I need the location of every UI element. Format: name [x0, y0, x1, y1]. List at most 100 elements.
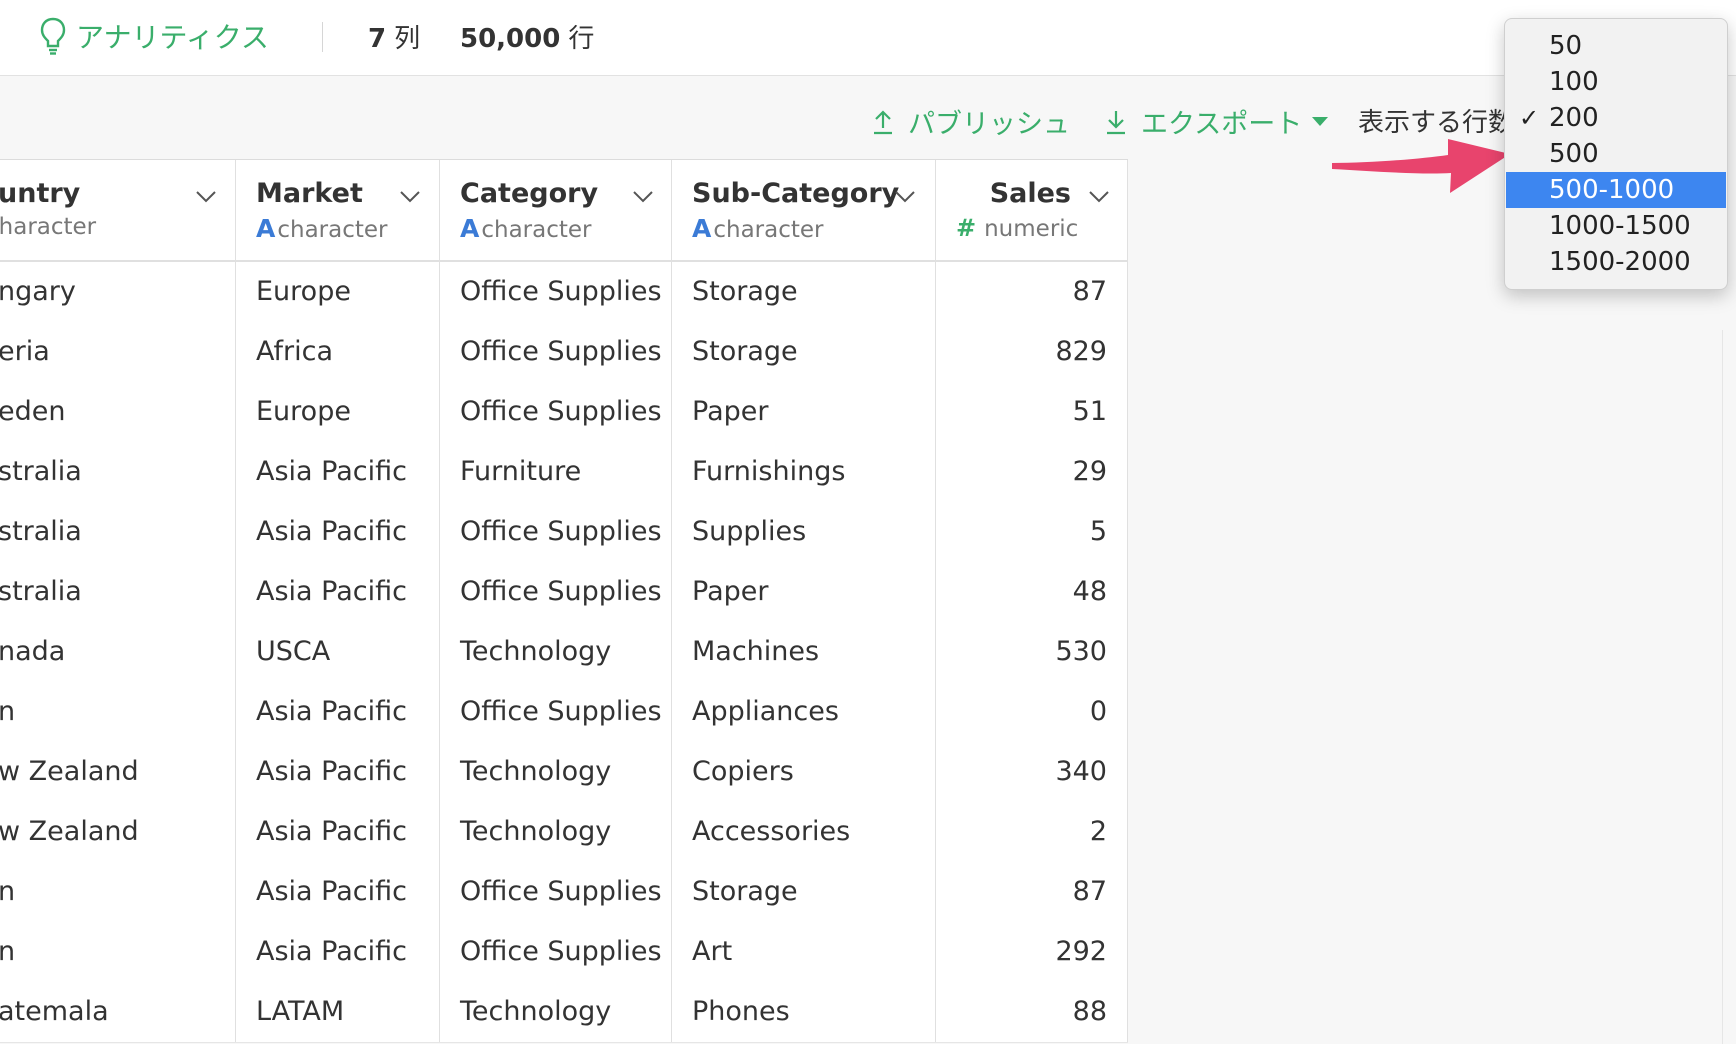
table-cell: Asia Pacific — [236, 802, 440, 862]
rows-option-100[interactable]: 100 — [1506, 64, 1726, 100]
table-cell: 829 — [936, 322, 1128, 382]
table-cell: Asia Pacific — [236, 442, 440, 502]
table-cell: Office Supplies — [440, 502, 672, 562]
table-cell: Asia Pacific — [236, 502, 440, 562]
chevron-down-icon[interactable] — [1088, 190, 1110, 204]
table-cell: Machines — [672, 622, 936, 682]
rows-option-1500-2000[interactable]: 1500-2000 — [1506, 244, 1726, 280]
column-header-1[interactable]: Market Acharacter — [236, 160, 440, 260]
column-name: Category — [460, 178, 599, 209]
table-row[interactable]: stralia Asia Pacific Office Supplies Paper 4… — [0, 562, 1128, 623]
table-cell: Appliances — [672, 682, 936, 742]
table-cell: Copiers — [672, 742, 936, 802]
numeric-type-icon: # — [956, 214, 977, 242]
analytics-link[interactable]: アナリティクス — [40, 14, 269, 58]
column-header-2[interactable]: Category Acharacter — [440, 160, 672, 260]
rows-option-500[interactable]: 500 — [1506, 136, 1726, 172]
table-cell: atemala — [0, 982, 236, 1042]
table-cell: 87 — [936, 862, 1128, 922]
chevron-down-icon[interactable] — [894, 190, 916, 204]
column-name: untry — [0, 178, 81, 209]
table-cell: w Zealand — [0, 802, 236, 862]
table-cell: stralia — [0, 442, 236, 502]
table-row[interactable]: w Zealand Asia Pacific Technology Copiers 34… — [0, 742, 1128, 803]
rows-count-dropdown: 50 100 ✓ 200 500 500-1000 1000-1500 1500-2000 — [1504, 18, 1728, 290]
column-header-4[interactable]: Sales # numeric — [936, 160, 1128, 260]
table-cell: Technology — [440, 982, 672, 1042]
table-row[interactable]: eria Africa Office Supplies Storage 829 — [0, 322, 1128, 383]
table-cell: Office Supplies — [440, 382, 672, 442]
table-row[interactable]: eden Europe Office Supplies Paper 51 — [0, 382, 1128, 443]
check-icon: ✓ — [1519, 104, 1540, 132]
analytics-label: アナリティクス — [76, 21, 269, 54]
table-cell: Technology — [440, 802, 672, 862]
table-cell: Asia Pacific — [236, 862, 440, 922]
table-cell: 292 — [936, 922, 1128, 982]
column-header-3[interactable]: Sub-Category Acharacter — [672, 160, 936, 260]
rows-option-label: 100 — [1549, 67, 1599, 97]
table-cell: 2 — [936, 802, 1128, 862]
rows-count: 50,000 行 — [460, 24, 595, 54]
table-row[interactable]: nAsia PacificOffice SuppliesStorage87 — [0, 862, 1128, 923]
table-row[interactable]: nada USCA Technology Machines 530 — [0, 622, 1128, 683]
table-cell: Africa — [236, 322, 440, 382]
column-name: Market — [256, 178, 363, 209]
rows-option-200[interactable]: ✓ 200 — [1506, 100, 1726, 136]
column-type-label: numeric — [984, 216, 1079, 242]
table-cell: n — [0, 862, 236, 922]
table-cell: 5 — [936, 502, 1128, 562]
table-cell: Office Supplies — [440, 262, 672, 322]
table-row[interactable]: atemala LATAM Technology Phones 88 — [0, 982, 1128, 1043]
upload-icon — [874, 109, 892, 134]
table-row[interactable]: nAsia PacificOffice SuppliesArt292 — [0, 922, 1128, 983]
column-type: Acharacter — [256, 214, 388, 243]
table-cell: 48 — [936, 562, 1128, 622]
table-cell: eria — [0, 322, 236, 382]
table-cell: Storage — [672, 862, 936, 922]
table-row[interactable]: stralia Asia Pacific Furniture Furnishings 2… — [0, 442, 1128, 503]
table-cell: Asia Pacific — [236, 922, 440, 982]
character-type-icon: A — [692, 214, 712, 243]
publish-button[interactable]: パブリッシュ — [872, 102, 1070, 141]
table-cell: Europe — [236, 382, 440, 442]
table-cell: Asia Pacific — [236, 562, 440, 622]
caret-down-icon — [1312, 116, 1329, 126]
rows-option-label: 500-1000 — [1549, 175, 1675, 205]
table-cell: Phones — [672, 982, 936, 1042]
rows-option-500-1000[interactable]: 500-1000 — [1506, 172, 1726, 208]
chevron-down-icon[interactable] — [399, 190, 421, 204]
chevron-down-icon[interactable] — [632, 190, 654, 204]
top-header: アナリティクス 7 列 50,000 行 — [0, 0, 1736, 76]
table-cell: stralia — [0, 562, 236, 622]
column-type: # numeric — [956, 214, 1078, 242]
table-cell: nada — [0, 622, 236, 682]
table-cell: Supplies — [672, 502, 936, 562]
table-cell: 87 — [936, 262, 1128, 322]
column-name: Sales — [989, 178, 1071, 209]
table-cell: Art — [672, 922, 936, 982]
table-row[interactable]: ngary Europe Office Supplies Storage 87 — [0, 262, 1128, 323]
rows-option-50[interactable]: 50 — [1506, 28, 1726, 64]
column-name: Sub-Category — [692, 178, 900, 209]
chevron-down-icon[interactable] — [195, 190, 217, 204]
table-row[interactable]: w Zealand Asia Pacific Technology Accessori… — [0, 802, 1128, 863]
table-row[interactable]: stralia Asia Pacific Office Supplies Suppli… — [0, 502, 1128, 563]
panel-edge — [1722, 330, 1723, 1044]
rows-option-label: 1500-2000 — [1549, 247, 1691, 277]
table-cell: eden — [0, 382, 236, 442]
table-cell: USCA — [236, 622, 440, 682]
export-button[interactable]: エクスポート — [1105, 102, 1342, 141]
table-cell: Technology — [440, 742, 672, 802]
rows-option-1000-1500[interactable]: 1000-1500 — [1506, 208, 1726, 244]
table-row[interactable]: nAsia PacificOffice SuppliesAppliances0 — [0, 682, 1128, 743]
columns-count: 7 列 — [368, 24, 421, 54]
table-cell: 340 — [936, 742, 1128, 802]
character-type-icon: A — [460, 214, 480, 243]
column-type-label: character — [0, 214, 97, 240]
table-cell: Paper — [672, 382, 936, 442]
table-cell: 88 — [936, 982, 1128, 1042]
column-header-0[interactable]: untry character — [0, 160, 236, 260]
table-cell: n — [0, 922, 236, 982]
rows-option-label: 50 — [1549, 31, 1583, 61]
table-cell: Paper — [672, 562, 936, 622]
